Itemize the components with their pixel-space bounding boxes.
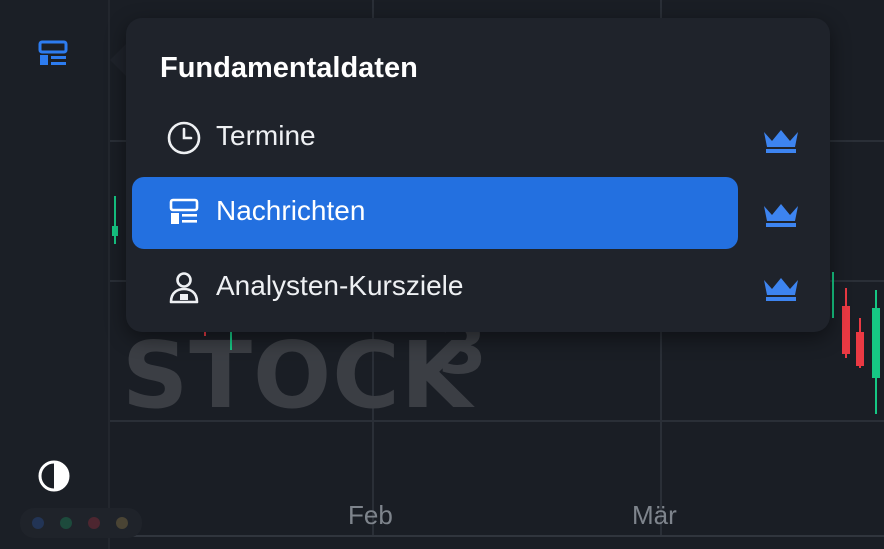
dot-yellow (116, 517, 128, 529)
popup-arrow (110, 44, 126, 76)
news-icon (166, 195, 202, 231)
dot-green (60, 517, 72, 529)
news-icon[interactable] (36, 38, 70, 72)
watermark-logo: STOCK (122, 322, 474, 429)
analyst-icon (166, 270, 202, 306)
menu-title: Fundamentaldaten (160, 52, 418, 84)
crown-icon[interactable] (762, 202, 800, 228)
crown-icon[interactable] (762, 128, 800, 154)
candle (842, 306, 850, 354)
candle (856, 332, 864, 366)
contrast-icon[interactable] (36, 458, 72, 494)
menu-item-label: Termine (216, 120, 316, 151)
dot-red (88, 517, 100, 529)
menu-item-nachrichten[interactable]: Nachrichten (132, 177, 738, 249)
menu-item-analysten-kursziele[interactable]: Analysten-Kursziele (132, 252, 738, 324)
candle (114, 196, 116, 244)
menu-item-label: Analysten-Kursziele (216, 270, 464, 301)
x-axis-label-mar: Mär (632, 500, 677, 530)
menu-item-label: Nachrichten (216, 195, 366, 226)
candle (230, 330, 232, 350)
candle (872, 308, 880, 378)
menu-item-termine[interactable]: Termine (132, 102, 738, 174)
clock-icon (166, 120, 202, 156)
x-axis-line (108, 535, 884, 537)
fundamentals-menu: Fundamentaldaten Termine Nachrichten Ana… (126, 18, 830, 332)
dot-blue (32, 517, 44, 529)
crown-icon[interactable] (762, 276, 800, 302)
sidebar (0, 0, 142, 549)
toolbar-dots (20, 508, 142, 538)
candle (832, 272, 834, 318)
x-axis-label-feb: Feb (348, 500, 393, 530)
candle (112, 226, 118, 236)
